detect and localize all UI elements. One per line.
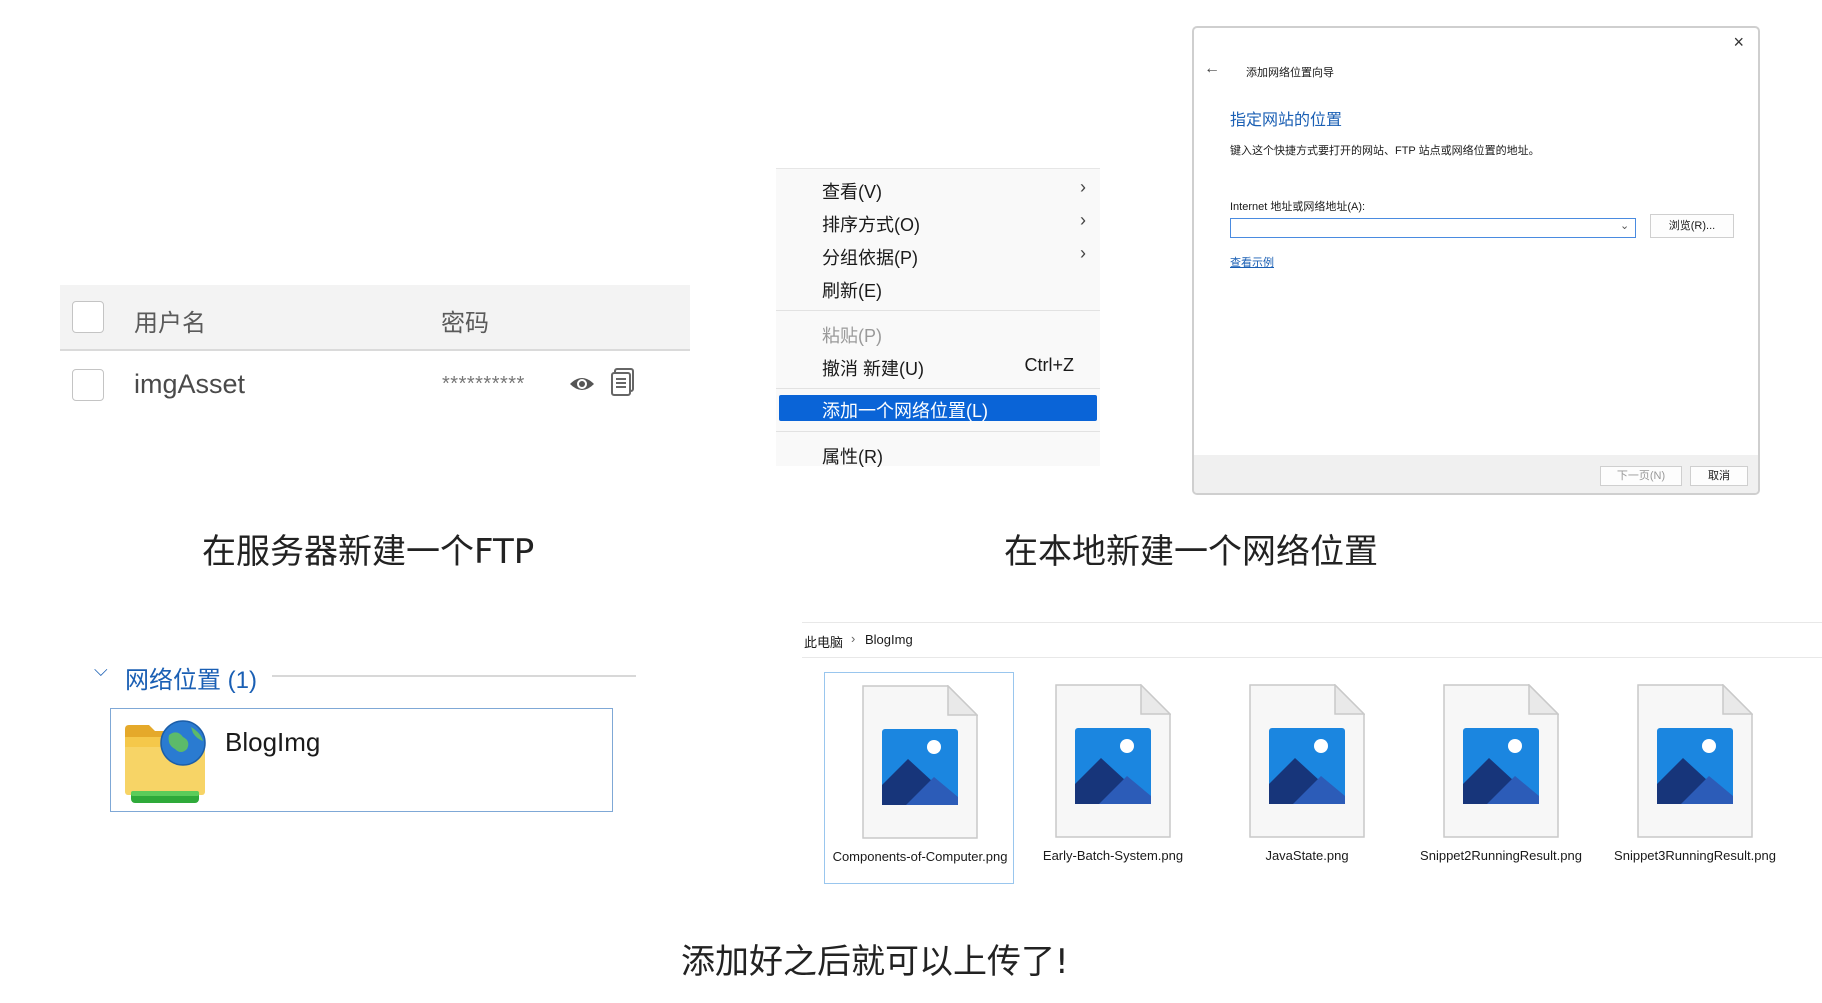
breadcrumb-item-blogimg[interactable]: BlogImg (865, 632, 913, 647)
file-item[interactable]: Early-Batch-System.png (1018, 672, 1208, 884)
image-file-icon (1055, 683, 1172, 838)
column-header-password[interactable]: 密码 (441, 303, 489, 338)
wizard-description: 键入这个快捷方式要打开的网站、FTP 站点或网络位置的地址。 (1230, 145, 1540, 157)
menu-item-label: 添加一个网络位置(L) (822, 401, 988, 421)
wizard-title: 添加网络位置向导 (1246, 67, 1334, 79)
file-name: Early-Batch-System.png (1042, 848, 1184, 863)
chevron-down-icon[interactable]: ⌵ (94, 660, 108, 681)
menu-item-label: 分组依据(P) (822, 248, 918, 268)
menu-item-label: 刷新(E) (822, 281, 882, 301)
username-cell: imgAsset (134, 369, 246, 399)
image-file-icon (1443, 683, 1560, 838)
file-name: JavaState.png (1265, 848, 1349, 863)
address-label: Internet 地址或网络地址(A): (1230, 201, 1366, 213)
file-item[interactable]: Snippet3RunningResult.png (1600, 672, 1790, 884)
menu-item-label: 查看(V) (822, 182, 882, 202)
network-location-group-title[interactable]: 网络位置 (1) (125, 660, 257, 695)
file-item[interactable]: Components-of-Computer.png (824, 672, 1014, 884)
menu-item-label: 撤消 新建(U) (822, 359, 924, 379)
menu-separator (776, 388, 1100, 389)
cancel-button[interactable]: 取消 (1690, 466, 1748, 486)
chevron-right-icon: › (1080, 243, 1086, 263)
menu-item-label: 属性(R) (822, 447, 883, 467)
menu-item-label: 粘贴(P) (822, 326, 882, 346)
group-divider (272, 675, 636, 677)
file-name: Components-of-Computer.png (832, 849, 1008, 864)
chevron-right-icon: › (851, 631, 856, 646)
menu-item-paste: 粘贴(P) (776, 318, 1100, 348)
menu-item-shortcut: Ctrl+Z (1024, 355, 1075, 375)
file-item[interactable]: JavaState.png (1212, 672, 1402, 884)
caption-done: 添加好之后就可以上传了! (681, 942, 1069, 982)
table-header: 用户名 密码 (60, 285, 690, 351)
menu-item-view[interactable]: 查看(V) › (776, 174, 1100, 204)
password-cell: ********** (442, 373, 525, 395)
add-network-location-wizard: × ← 添加网络位置向导 指定网站的位置 键入这个快捷方式要打开的网站、FTP … (1192, 26, 1760, 495)
menu-item-sort-by[interactable]: 排序方式(O) › (776, 207, 1100, 237)
menu-item-undo-new[interactable]: 撤消 新建(U) Ctrl+Z (776, 351, 1100, 381)
breadcrumb-item-this-pc[interactable]: 此电脑 (804, 632, 843, 651)
wizard-footer: 下一页(N) 取消 (1194, 455, 1758, 493)
chevron-down-icon[interactable]: ⌄ (1620, 219, 1629, 232)
select-all-checkbox[interactable] (72, 301, 104, 333)
chevron-right-icon: › (1080, 210, 1086, 230)
image-file-icon (862, 684, 979, 839)
caption-ftp: 在服务器新建一个FTP (202, 532, 535, 572)
menu-item-properties[interactable]: 属性(R) (776, 439, 1100, 469)
chevron-right-icon: › (1080, 177, 1086, 197)
view-example-link[interactable]: 查看示例 (1230, 254, 1274, 270)
file-name: Snippet2RunningResult.png (1420, 848, 1582, 863)
image-file-icon (1637, 683, 1754, 838)
column-header-username[interactable]: 用户名 (134, 303, 206, 338)
next-button[interactable]: 下一页(N) (1600, 466, 1682, 486)
eye-icon[interactable] (568, 373, 596, 395)
copy-icon[interactable] (610, 367, 636, 397)
back-arrow-icon[interactable]: ← (1204, 60, 1220, 78)
network-location-name: BlogImg (225, 727, 321, 757)
row-checkbox[interactable] (72, 369, 104, 401)
menu-item-refresh[interactable]: 刷新(E) (776, 273, 1100, 303)
image-file-icon (1249, 683, 1366, 838)
menu-separator (776, 310, 1100, 311)
file-item[interactable]: Snippet2RunningResult.png (1406, 672, 1596, 884)
network-folder-icon (125, 720, 206, 803)
table-row[interactable]: imgAsset ********** (60, 351, 690, 425)
caption-local: 在本地新建一个网络位置 (1004, 532, 1378, 572)
file-name: Snippet3RunningResult.png (1614, 848, 1776, 863)
close-icon[interactable]: × (1733, 32, 1744, 53)
browse-button[interactable]: 浏览(R)... (1650, 214, 1734, 238)
breadcrumb: 此电脑 › BlogImg (802, 622, 1822, 658)
menu-item-add-network-location[interactable]: 添加一个网络位置(L) (779, 395, 1097, 421)
ftp-user-table: 用户名 密码 imgAsset ********** (60, 285, 690, 425)
wizard-heading: 指定网站的位置 (1230, 112, 1343, 129)
context-menu: 查看(V) › 排序方式(O) › 分组依据(P) › 刷新(E) 粘贴(P) … (776, 168, 1100, 469)
menu-item-label: 排序方式(O) (822, 215, 920, 235)
network-location-item[interactable]: BlogImg (110, 708, 613, 812)
menu-item-group-by[interactable]: 分组依据(P) › (776, 240, 1100, 270)
menu-separator (776, 431, 1100, 432)
address-input[interactable] (1230, 218, 1636, 238)
